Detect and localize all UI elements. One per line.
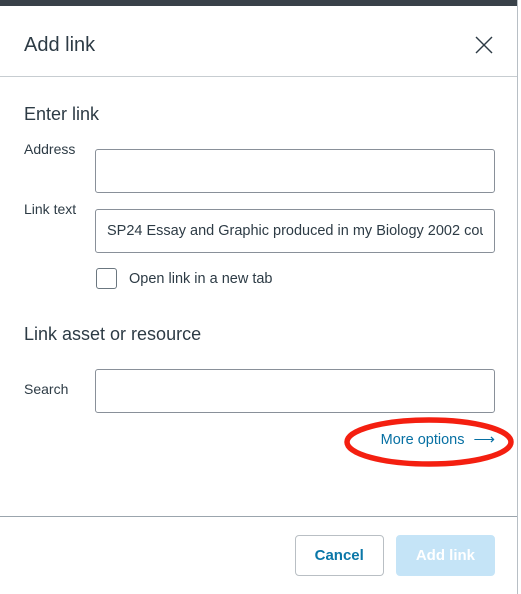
search-label: Search bbox=[24, 381, 69, 397]
link-text-label: Link text bbox=[24, 201, 77, 217]
close-icon bbox=[475, 36, 493, 54]
arrow-right-icon: ⟶ bbox=[473, 431, 495, 448]
cancel-button[interactable]: Cancel bbox=[294, 535, 384, 576]
add-link-dialog: Add link Enter link Address Link text Op… bbox=[0, 0, 521, 594]
enter-link-heading: Enter link bbox=[24, 104, 100, 124]
link-asset-heading: Link asset or resource bbox=[24, 324, 202, 344]
search-input[interactable] bbox=[95, 369, 495, 413]
add-link-button[interactable]: Add link bbox=[395, 535, 495, 576]
dialog-body: Enter link Address Link text Open link i… bbox=[0, 78, 517, 516]
link-text-input[interactable] bbox=[95, 209, 495, 253]
close-button[interactable] bbox=[473, 34, 495, 56]
open-new-tab-row[interactable]: Open link in a new tab bbox=[96, 268, 272, 289]
footer-button-group: Cancel Add link bbox=[294, 535, 495, 576]
dialog-title: Add link bbox=[24, 34, 96, 56]
open-new-tab-label[interactable]: Open link in a new tab bbox=[129, 270, 272, 288]
window-right-border bbox=[517, 0, 518, 594]
dialog-header: Add link bbox=[0, 6, 517, 77]
address-input[interactable] bbox=[95, 149, 495, 193]
dialog-footer: Cancel Add link bbox=[0, 516, 517, 594]
more-options-label: More options bbox=[380, 432, 465, 448]
more-options-link[interactable]: More options ⟶ bbox=[381, 431, 495, 449]
open-new-tab-checkbox[interactable] bbox=[96, 268, 117, 289]
address-label: Address bbox=[24, 141, 76, 157]
